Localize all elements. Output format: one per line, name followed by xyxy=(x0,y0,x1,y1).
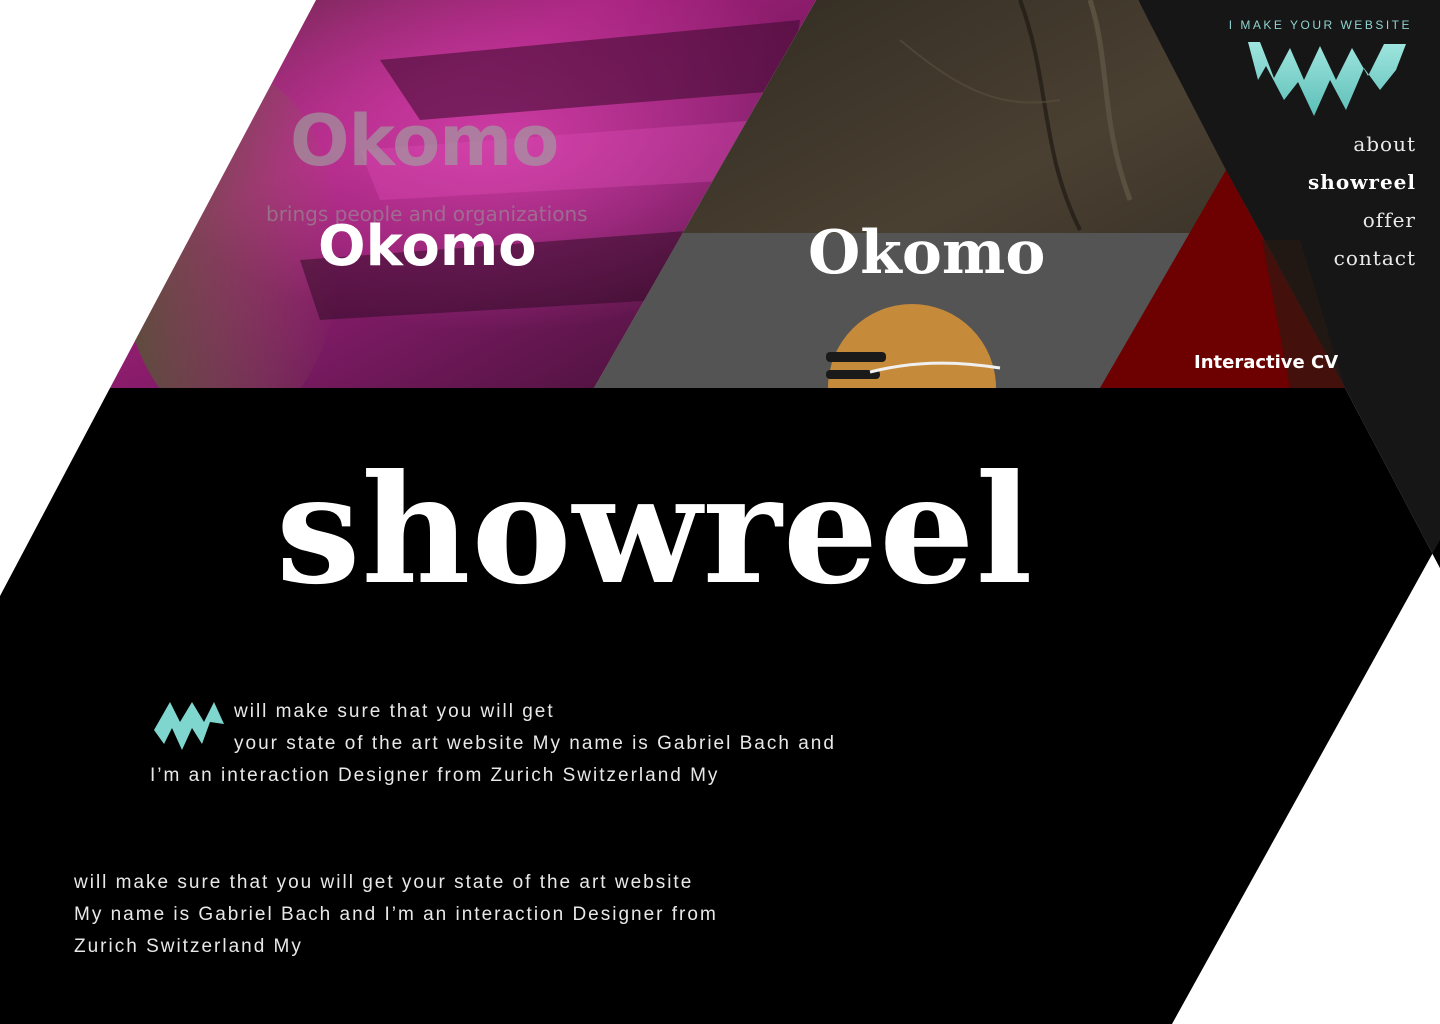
main-nav: about showreel offer contact xyxy=(1308,128,1416,280)
body-line: My name is Gabriel Bach and I’m an inter… xyxy=(74,904,718,925)
nav-item-contact[interactable]: contact xyxy=(1308,242,1416,280)
body-line: Zurich Switzerland My xyxy=(74,936,303,957)
intro-line: will make sure that you will get xyxy=(234,701,555,722)
nav-item-offer[interactable]: offer xyxy=(1308,204,1416,242)
page-title: showreel xyxy=(276,442,1034,618)
intro-line: your state of the art website My name is… xyxy=(234,733,836,754)
site-tagline: I MAKE YOUR WEBSITE xyxy=(1228,18,1412,32)
zigzag-mark-icon xyxy=(154,702,224,750)
nav-item-about[interactable]: about xyxy=(1308,128,1416,166)
body-line: will make sure that you will get your st… xyxy=(74,872,694,893)
thumbnail-title-okomo-2[interactable]: Okomo xyxy=(808,218,1045,288)
zigzag-logo-icon[interactable] xyxy=(1246,40,1408,120)
thumbnail-label-interactive-cv[interactable]: Interactive CV xyxy=(1194,352,1338,373)
thumbnail-faint-title: Okomo xyxy=(290,100,559,182)
intro-line: I’m an interaction Designer from Zurich … xyxy=(150,765,720,786)
thumbnail-title-okomo-1[interactable]: Okomo xyxy=(318,214,537,279)
nav-item-showreel[interactable]: showreel xyxy=(1308,166,1416,204)
